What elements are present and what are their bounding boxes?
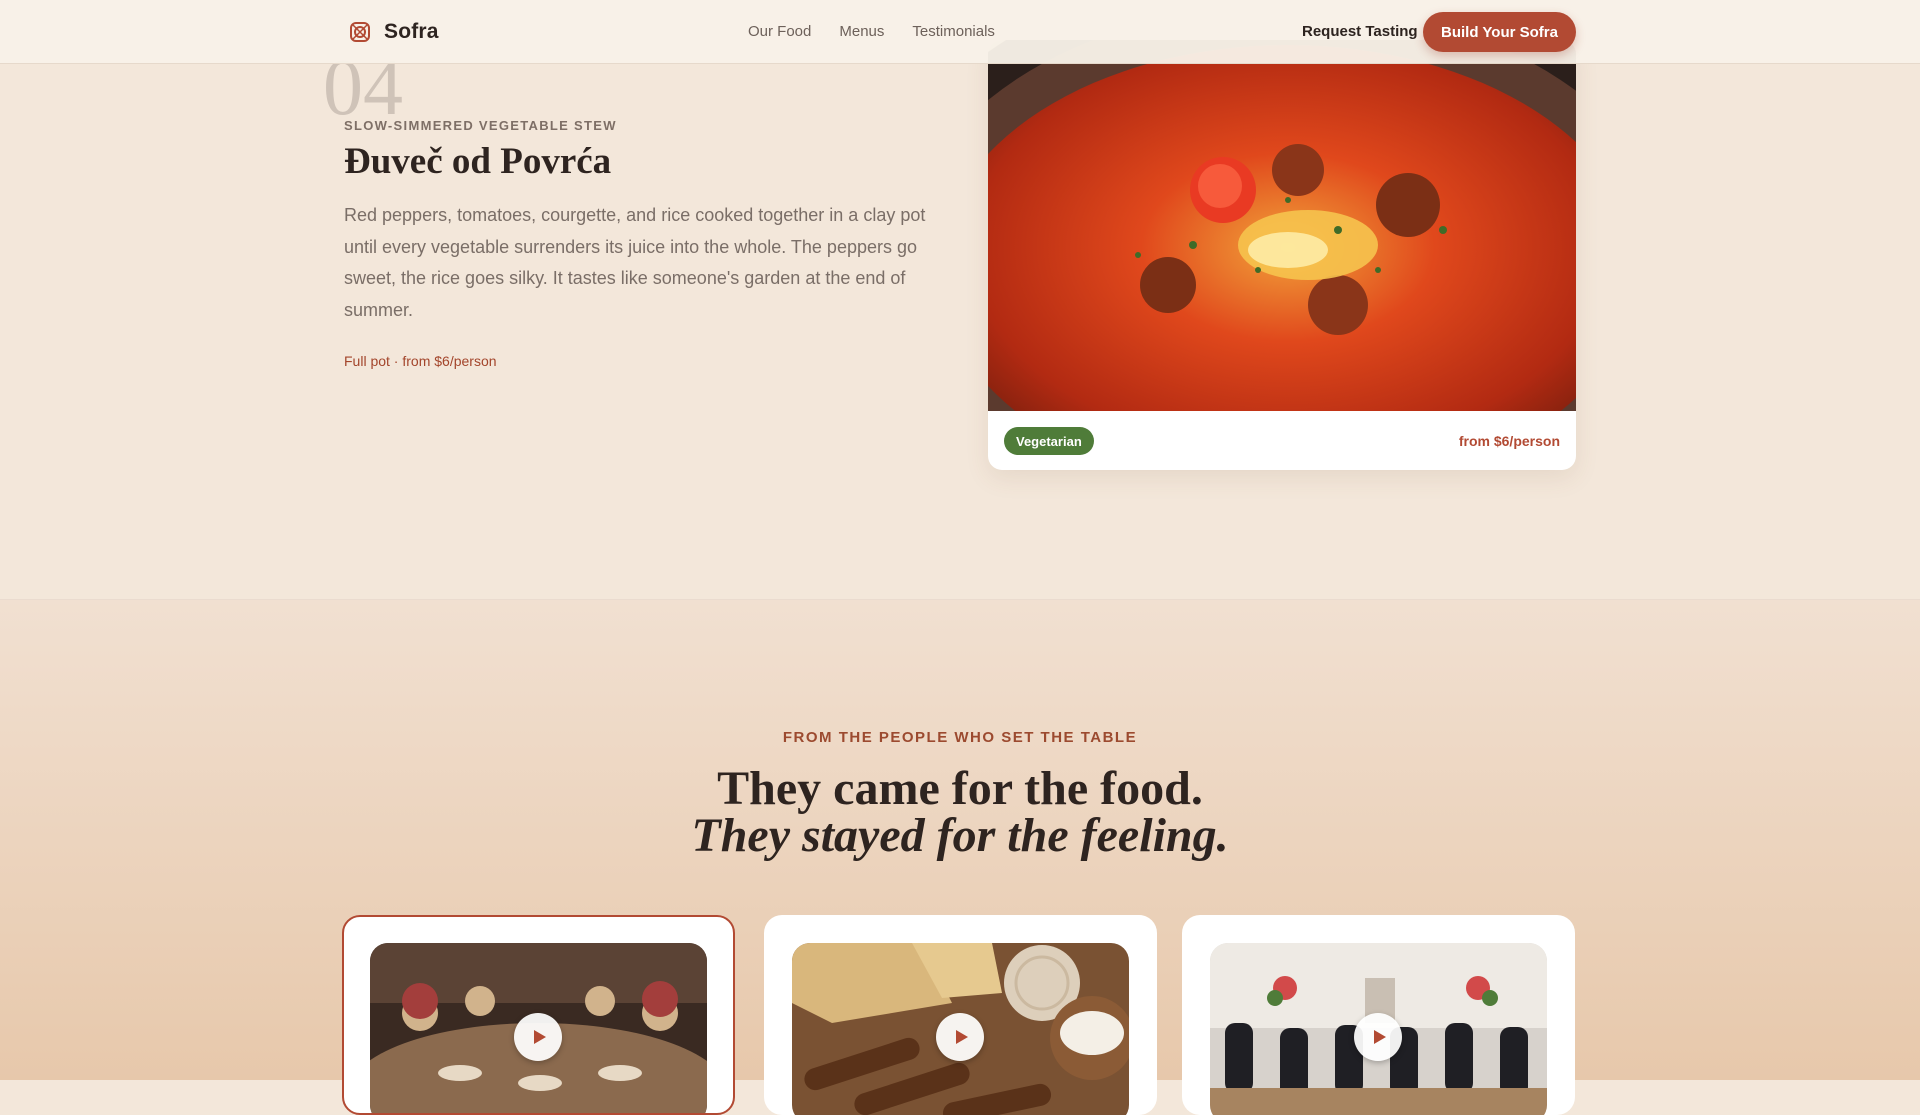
dish-feature-section: 04 SLOW-SIMMERED VEGETABLE STEW Đuveč od… [0, 0, 1920, 599]
dish-photo [988, 40, 1576, 411]
sofra-logo-icon [350, 22, 370, 42]
play-icon [1373, 1030, 1386, 1044]
dish-title: Đuveč od Povrća [344, 141, 612, 182]
testimonial-video-card[interactable] [764, 915, 1157, 1115]
vegetarian-badge: Vegetarian [1004, 427, 1094, 455]
brand-logo[interactable]: Sofra [348, 20, 439, 44]
video-thumbnail[interactable] [370, 943, 707, 1113]
video-thumbnail[interactable] [1210, 943, 1547, 1115]
dish-card-footer: Vegetarian from $6/person [988, 411, 1576, 470]
dish-price-note: Full pot · from $6/person [344, 353, 497, 369]
build-your-sofra-button[interactable]: Build Your Sofra [1423, 12, 1576, 52]
play-button[interactable] [936, 1013, 984, 1061]
nav-menus[interactable]: Menus [839, 23, 884, 40]
dish-kicker: SLOW-SIMMERED VEGETABLE STEW [344, 118, 617, 133]
play-icon [533, 1030, 546, 1044]
play-button[interactable] [1354, 1013, 1402, 1061]
dish-card[interactable]: Vegetarian from $6/person [988, 40, 1576, 470]
testimonials-section: FROM THE PEOPLE WHO SET THE TABLE They c… [0, 599, 1920, 1115]
brand-name: Sofra [384, 20, 439, 43]
dish-description: Red peppers, tomatoes, courgette, and ri… [344, 205, 926, 320]
play-button[interactable] [514, 1013, 562, 1061]
request-tasting-link[interactable]: Request Tasting [1302, 23, 1418, 40]
nav-testimonials[interactable]: Testimonials [912, 23, 995, 40]
testimonials-subheadline: They stayed for the feeling. [691, 809, 1229, 862]
testimonial-video-card[interactable] [342, 915, 735, 1115]
main-nav: Our Food Menus Testimonials [748, 23, 995, 40]
nav-our-food[interactable]: Our Food [748, 23, 811, 40]
testimonials-kicker: FROM THE PEOPLE WHO SET THE TABLE [782, 729, 1138, 746]
testimonial-video-card[interactable] [1182, 915, 1575, 1115]
play-icon [955, 1030, 968, 1044]
video-thumbnail[interactable] [792, 943, 1129, 1115]
dish-card-price: from $6/person [1458, 433, 1560, 449]
top-navigation-bar: Sofra Our Food Menus Testimonials Reques… [0, 0, 1920, 64]
